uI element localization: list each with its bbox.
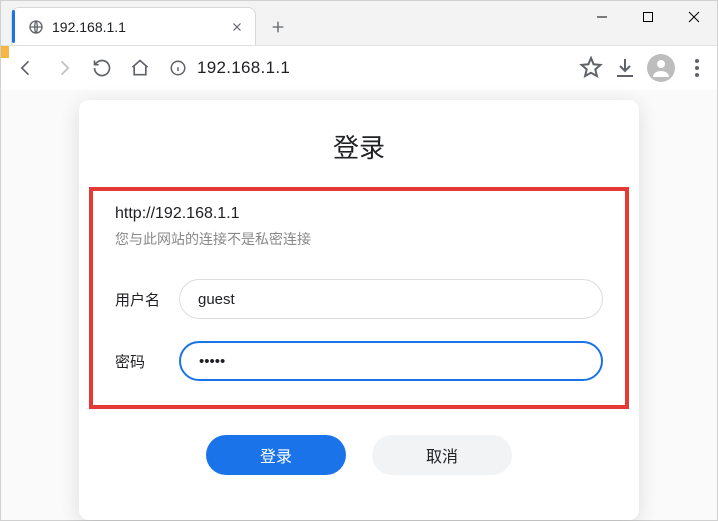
- dialog-buttons: 登录 取消: [79, 435, 639, 475]
- highlight-annotation: http://192.168.1.1 您与此网站的连接不是私密连接 用户名 密码: [89, 187, 629, 409]
- browser-window: 192.168.1.1: [0, 0, 718, 521]
- url-text: 192.168.1.1: [197, 58, 290, 78]
- close-icon[interactable]: [229, 19, 245, 35]
- toolbar-right: [579, 54, 709, 82]
- dialog-url: http://192.168.1.1: [115, 205, 603, 223]
- address-bar: 192.168.1.1: [1, 46, 717, 90]
- tab-accent: [12, 10, 15, 43]
- download-icon[interactable]: [613, 56, 637, 80]
- globe-icon: [28, 19, 44, 35]
- browser-tab[interactable]: 192.168.1.1: [11, 7, 256, 45]
- dialog-title: 登录: [79, 128, 639, 165]
- info-icon[interactable]: [169, 59, 187, 77]
- edge-marker: [1, 46, 9, 58]
- login-button[interactable]: 登录: [206, 435, 346, 475]
- content-area: 登录 http://192.168.1.1 您与此网站的连接不是私密连接 用户名…: [1, 90, 717, 520]
- minimize-button[interactable]: [579, 1, 625, 33]
- password-input[interactable]: [179, 341, 603, 381]
- titlebar: 192.168.1.1: [1, 1, 717, 46]
- auth-dialog: 登录 http://192.168.1.1 您与此网站的连接不是私密连接 用户名…: [79, 100, 639, 520]
- window-close-button[interactable]: [671, 1, 717, 33]
- username-row: 用户名: [115, 279, 603, 319]
- reload-button[interactable]: [85, 51, 119, 85]
- new-tab-button[interactable]: [264, 13, 292, 41]
- home-button[interactable]: [123, 51, 157, 85]
- cancel-button[interactable]: 取消: [372, 435, 512, 475]
- tab-title: 192.168.1.1: [52, 19, 229, 35]
- username-label: 用户名: [115, 289, 179, 310]
- dialog-warning: 您与此网站的连接不是私密连接: [115, 229, 603, 249]
- menu-button[interactable]: [685, 59, 709, 77]
- profile-avatar[interactable]: [647, 54, 675, 82]
- password-row: 密码: [115, 341, 603, 381]
- forward-button[interactable]: [47, 51, 81, 85]
- bookmark-icon[interactable]: [579, 56, 603, 80]
- back-button[interactable]: [9, 51, 43, 85]
- window-controls: [579, 1, 717, 33]
- password-label: 密码: [115, 351, 179, 372]
- url-area[interactable]: 192.168.1.1: [169, 58, 565, 78]
- maximize-button[interactable]: [625, 1, 671, 33]
- username-input[interactable]: [179, 279, 603, 319]
